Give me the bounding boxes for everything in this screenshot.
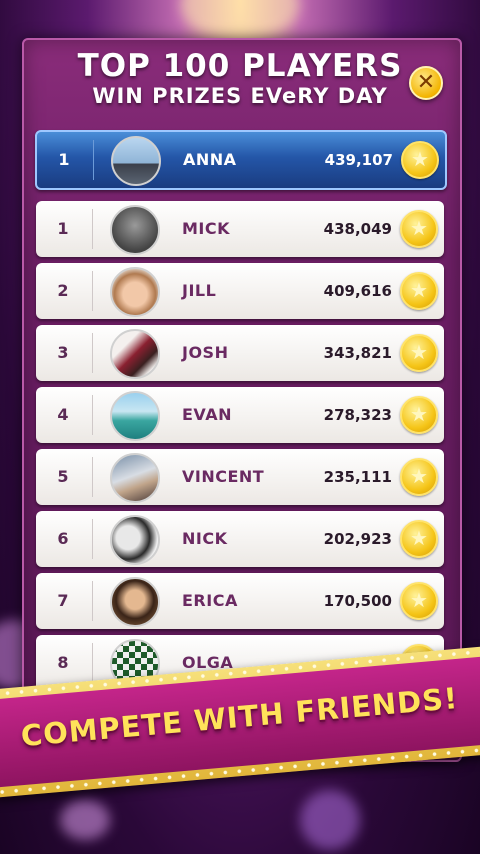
bokeh-light [300,790,360,850]
divider [92,395,93,435]
bokeh-light [60,800,110,840]
avatar [110,391,160,441]
avatar [110,267,160,317]
player-name: NICK [182,529,228,548]
leaderboard-row[interactable]: 4 EVAN 278,323 ★ [36,387,444,443]
divider [92,333,93,373]
avatar [111,136,161,186]
avatar [110,453,160,503]
player-name: ANNA [183,150,237,169]
page-subtitle: WIN PRIZES EVeRY DAY [92,84,388,108]
player-name: JOSH [182,343,229,362]
player-score: 170,500 [323,592,392,610]
player-score: 438,049 [323,220,392,238]
player-score: 235,111 [323,468,392,486]
star-coin-icon: ★ [400,210,438,248]
player-score: 202,923 [323,530,392,548]
player-name: MICK [182,219,231,238]
player-name: EVAN [182,405,232,424]
rank: 4 [57,405,69,424]
star-coin-icon: ★ [400,520,438,558]
rank: 5 [57,467,69,486]
avatar [110,329,160,379]
star-coin-icon: ★ [400,396,438,434]
divider [92,457,93,497]
star-coin-icon: ★ [400,458,438,496]
close-icon[interactable]: ✕ [417,70,435,95]
leaderboard-row[interactable]: 2 JILL 409,616 ★ [36,263,444,319]
leaderboard-row[interactable]: 3 JOSH 343,821 ★ [36,325,444,381]
divider [92,209,93,249]
star-coin-icon: ★ [401,141,439,179]
player-name: ERICA [182,591,238,610]
star-coin-icon: ★ [400,334,438,372]
player-score: 343,821 [323,344,392,362]
rank: 1 [57,219,69,238]
leaderboard-row[interactable]: 5 VINCENT 235,111 ★ [36,449,444,505]
rank: 3 [57,343,69,362]
rank: 7 [57,591,69,610]
bokeh-light [180,0,300,40]
divider [92,643,93,683]
player-score: 409,616 [323,282,392,300]
player-score: 439,107 [324,151,393,169]
player-name: VINCENT [182,467,265,486]
avatar [110,205,160,255]
divider [92,581,93,621]
rank: 6 [57,529,69,548]
star-coin-icon: ★ [400,272,438,310]
leaderboard-row[interactable]: 7 ERICA 170,500 ★ [36,573,444,629]
leaderboard-row[interactable]: 6 NICK 202,923 ★ [36,511,444,567]
page-title: TOP 100 PLAYERS [77,48,403,84]
divider [92,271,93,311]
divider [92,519,93,559]
player-name: JILL [182,281,217,300]
player-score: 278,323 [323,406,392,424]
rank: 1 [58,150,70,169]
close-button[interactable]: ✕ [409,66,443,100]
star-coin-icon: ★ [400,582,438,620]
avatar [110,515,160,565]
rank: 2 [57,281,69,300]
current-player-row[interactable]: 1 ANNA 439,107 ★ [35,130,447,190]
leaderboard-row[interactable]: 1 MICK 438,049 ★ [36,201,444,257]
avatar [110,577,160,627]
divider [93,140,94,180]
